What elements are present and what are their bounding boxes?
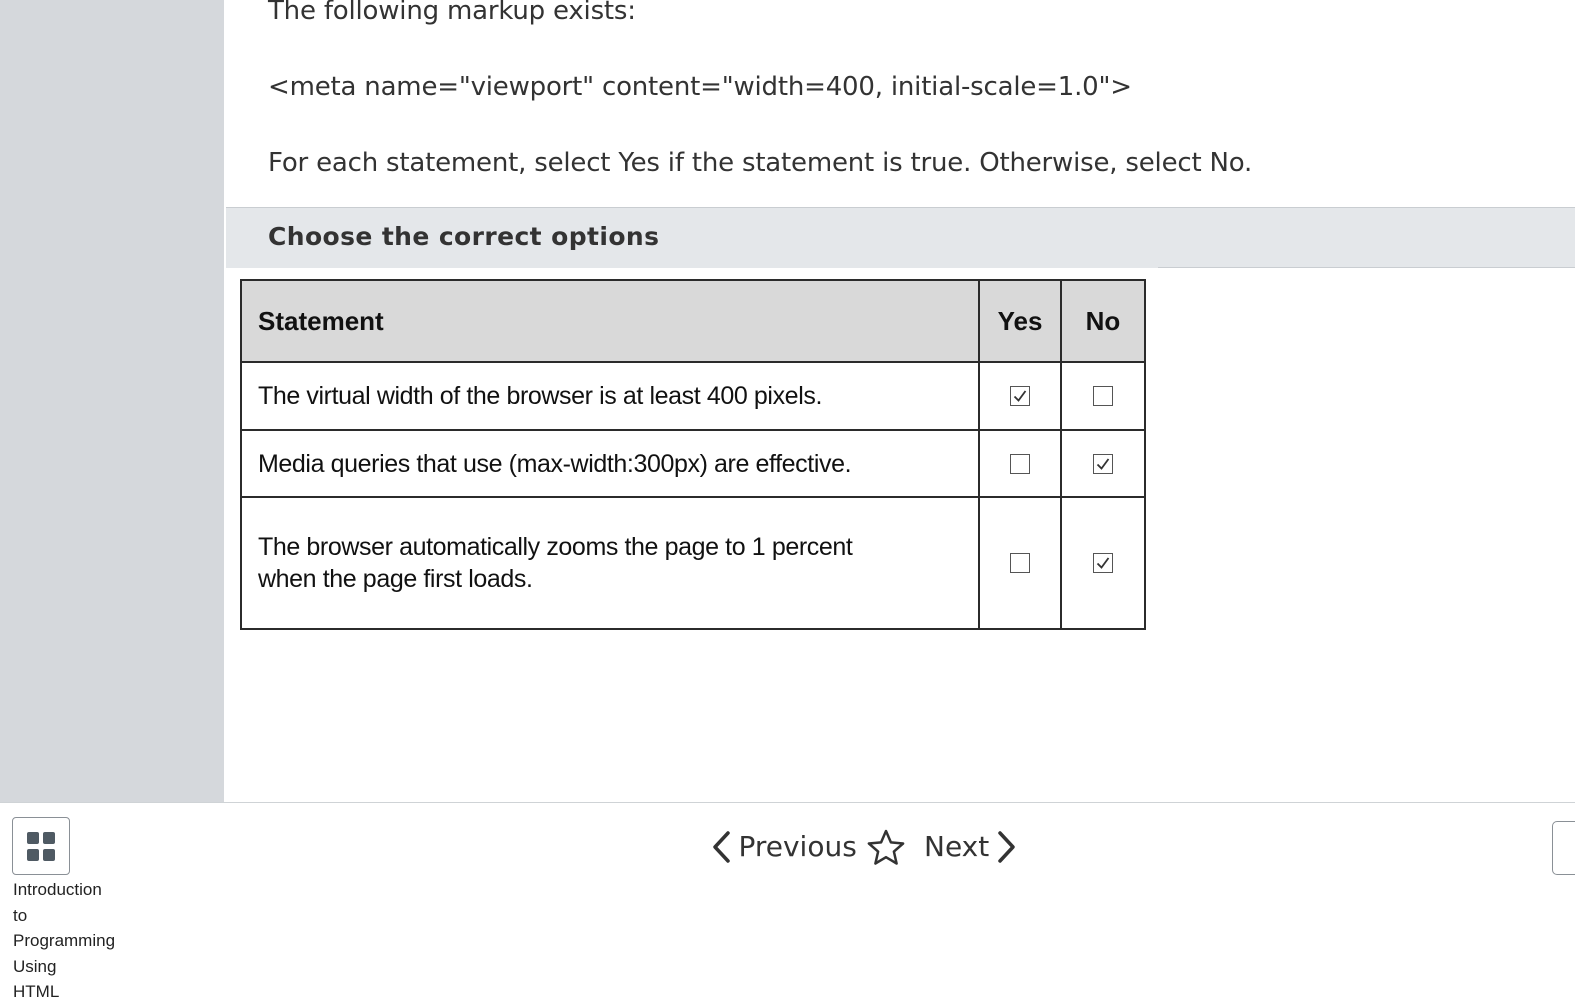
no-cell [1060, 496, 1146, 630]
menu-button[interactable] [12, 817, 70, 875]
statement-cell: Media queries that use (max-width:300px)… [240, 428, 980, 499]
question-intro: The following markup exists: [268, 0, 636, 26]
checkbox-unchecked[interactable] [1010, 553, 1030, 574]
yes-cell [978, 361, 1062, 431]
table-header-row: Statement Yes No [240, 279, 1146, 363]
course-title-line: to [13, 905, 28, 925]
checkbox-checked[interactable] [1093, 453, 1113, 474]
checkbox-unchecked[interactable] [1093, 385, 1113, 406]
answer-table-image: Statement Yes No The virtual width of th… [240, 279, 1146, 630]
left-gutter [0, 0, 224, 802]
table-row: The virtual width of the browser is at l… [240, 361, 1146, 431]
checkbox-checked[interactable] [1093, 553, 1113, 574]
header-statement: Statement [240, 279, 980, 363]
answer-table: Statement Yes No The virtual width of th… [240, 279, 1146, 630]
chevron-right-icon [997, 831, 1015, 863]
table-row: Media queries that use (max-width:300px)… [240, 428, 1146, 499]
next-label: Next [924, 830, 990, 863]
yes-cell [978, 496, 1062, 630]
course-title-line: Programming [13, 931, 116, 950]
question-instruction: For each statement, select Yes if the st… [268, 148, 1253, 178]
statement-cell: The browser automatically zooms the page… [240, 496, 980, 630]
yes-cell [978, 428, 1062, 499]
statement-cell: The virtual width of the browser is at l… [240, 361, 980, 431]
course-title-line: HTML [13, 982, 60, 1001]
header-no: No [1060, 279, 1146, 363]
table-row: The browser automatically zooms the page… [240, 496, 1146, 630]
previous-button[interactable]: Previous [708, 827, 857, 867]
course-title-line: Using [13, 956, 57, 976]
statement-line: The browser automatically zooms the page… [258, 533, 853, 562]
checkbox-checked[interactable] [1010, 385, 1030, 406]
statement-line: when the page first loads. [258, 565, 533, 594]
options-header: Choose the correct options [226, 207, 1575, 268]
options-header-label: Choose the correct options [268, 222, 660, 251]
previous-label: Previous [738, 830, 857, 863]
star-icon [867, 829, 905, 865]
course-title: Introduction to Programming Using HTML [13, 877, 133, 1005]
next-button[interactable]: Next [924, 827, 1020, 867]
no-cell [1060, 428, 1146, 499]
footer-bar: Introduction to Programming Using HTML P… [0, 802, 1575, 1001]
course-title-line: Introduction [13, 880, 102, 899]
header-divider [1158, 267, 1575, 268]
code-snippet: <meta name="viewport" content="width=400… [268, 72, 1132, 102]
chevron-left-icon [713, 831, 730, 863]
header-yes: Yes [978, 279, 1062, 363]
side-panel-button[interactable] [1552, 821, 1575, 875]
checkbox-unchecked[interactable] [1010, 453, 1030, 474]
no-cell [1060, 361, 1146, 431]
bookmark-button[interactable] [866, 829, 906, 865]
